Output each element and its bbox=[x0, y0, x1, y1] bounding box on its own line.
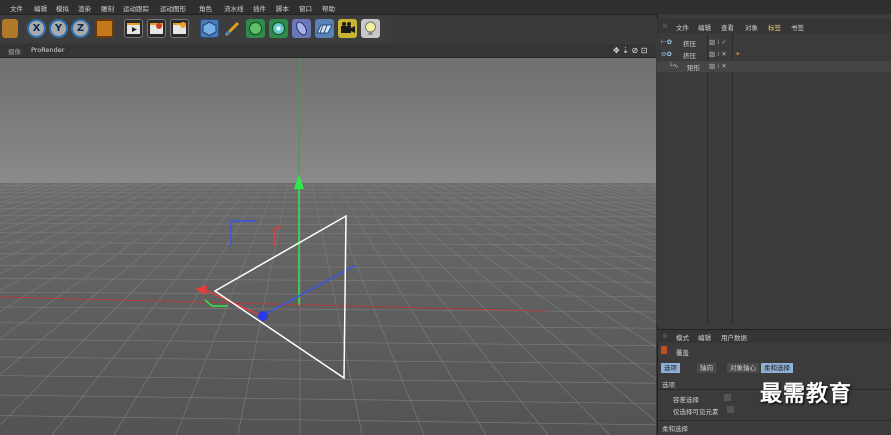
3d-viewport[interactable] bbox=[0, 58, 656, 435]
y-axis-lock-button[interactable]: Y bbox=[49, 19, 68, 38]
menu-help[interactable]: 帮助 bbox=[322, 3, 335, 13]
generator-icon[interactable] bbox=[269, 19, 288, 38]
deformer-icon[interactable] bbox=[292, 19, 311, 38]
menu-render[interactable]: 渲染 bbox=[78, 3, 91, 13]
menu-plugins[interactable]: 插件 bbox=[253, 3, 266, 13]
main-toolbar: X Y Z bbox=[0, 15, 393, 42]
menu-simulate[interactable]: 模拟 bbox=[56, 3, 69, 13]
mode-icon bbox=[661, 346, 667, 354]
menu-motion-tracking[interactable]: 运动跟踪 bbox=[123, 3, 149, 13]
attributes-menu-userdata[interactable]: 用户数据 bbox=[721, 332, 747, 342]
render-view-icon[interactable] bbox=[124, 19, 143, 38]
viewport-nav-icons[interactable]: ✥ ⇣ ⊘ ⊡ bbox=[613, 46, 647, 55]
tree-column-divider bbox=[732, 34, 733, 324]
object-name[interactable]: 挤压 bbox=[683, 38, 696, 48]
menu-sculpt[interactable]: 雕刻 bbox=[101, 3, 114, 13]
tolerance-checkbox[interactable] bbox=[724, 394, 731, 401]
menu-mograph[interactable]: 运动图形 bbox=[160, 3, 186, 13]
watermark: 最需教育 bbox=[760, 382, 853, 407]
menu-script[interactable]: 脚本 bbox=[276, 3, 289, 13]
tree-row[interactable]: └∿ 矩形 ▨ ⁞ ✕ bbox=[657, 61, 891, 72]
objects-menu-objects[interactable]: 对象 bbox=[745, 22, 758, 32]
tool-selector-icon[interactable] bbox=[2, 19, 18, 38]
objects-menu-edit[interactable]: 编辑 bbox=[698, 22, 711, 32]
cube-icon[interactable] bbox=[200, 19, 219, 38]
pen-icon[interactable] bbox=[223, 19, 242, 38]
menu-file[interactable]: 文件 bbox=[10, 3, 23, 13]
objects-menu-bookmarks[interactable]: 书签 bbox=[791, 22, 804, 32]
object-name[interactable]: 挤压 bbox=[683, 50, 696, 60]
layer-icon[interactable]: ▨ ⁞ ✓ bbox=[709, 38, 727, 46]
layer-icon[interactable]: ▨ ⁞ ✕ bbox=[709, 62, 727, 70]
renderer-label[interactable]: ProRender bbox=[31, 46, 64, 54]
menu-edit[interactable]: 编辑 bbox=[34, 3, 47, 13]
render-settings-icon[interactable] bbox=[147, 19, 166, 38]
extrude-object-icon: ⊢✿ bbox=[661, 38, 673, 46]
gizmo-z-handle[interactable] bbox=[258, 311, 268, 321]
objects-menu-tags[interactable]: 标签 bbox=[768, 22, 781, 32]
visible-only-checkbox[interactable] bbox=[727, 406, 734, 413]
extrude-object-icon: ⊖✿ bbox=[661, 50, 672, 58]
field-label: 仅选择可见元素 bbox=[673, 408, 719, 416]
z-axis-lock-button[interactable]: Z bbox=[71, 19, 90, 38]
tree-row[interactable]: ⊖✿ 挤压 ▨ ⁞ ✕ ✦ bbox=[657, 49, 891, 60]
viewport-menu-camera[interactable]: 摄像 bbox=[8, 46, 21, 56]
divider bbox=[657, 420, 891, 421]
tag-icon[interactable]: ✦ bbox=[735, 50, 740, 58]
tree-row[interactable]: ⊢✿ 挤压 ▨ ⁞ ✓ bbox=[657, 37, 891, 48]
tab-axis[interactable]: 轴向 bbox=[697, 363, 716, 373]
panel-grip-icon: ⁞⁞ bbox=[663, 332, 668, 340]
picture-viewer-icon[interactable] bbox=[170, 19, 189, 38]
tab-options[interactable]: 选项 bbox=[661, 363, 680, 373]
light-icon[interactable] bbox=[361, 19, 380, 38]
tree-column-divider bbox=[707, 34, 708, 324]
attributes-menu-mode[interactable]: 模式 bbox=[676, 332, 689, 342]
objects-menu-view[interactable]: 查看 bbox=[721, 22, 734, 32]
tab-object-axis[interactable]: 对象轴心 bbox=[727, 363, 759, 373]
camera-icon[interactable] bbox=[338, 19, 357, 38]
object-tree: ⊢✿ 挤压 ▨ ⁞ ✓ ⊖✿ 挤压 ▨ ⁞ ✕ ✦ └∿ 矩形 ▨ ⁞ ✕ bbox=[657, 34, 891, 324]
section-header: 柔和选择 bbox=[662, 425, 688, 433]
menu-bar: 文件 编辑 模拟 渲染 雕刻 运动跟踪 运动图形 角色 流水线 插件 脚本 窗口… bbox=[0, 0, 891, 15]
rectangle-spline-icon: └∿ bbox=[669, 62, 679, 70]
attributes-menu-edit[interactable]: 编辑 bbox=[698, 332, 711, 342]
attributes-panel-menu: ⁞⁞ 模式 编辑 用户数据 bbox=[657, 329, 891, 343]
layer-icon[interactable]: ▨ ⁞ ✕ bbox=[709, 50, 727, 58]
viewport-header: 摄像 ProRender ✥ ⇣ ⊘ ⊡ bbox=[0, 44, 656, 58]
attributes-title: 覆盖 bbox=[676, 349, 689, 357]
menu-window[interactable]: 窗口 bbox=[299, 3, 312, 13]
subdivision-icon[interactable] bbox=[246, 19, 265, 38]
viewport-scene bbox=[0, 58, 656, 435]
field-label: 容差选择 bbox=[673, 396, 699, 404]
section-header: 选项 bbox=[662, 381, 675, 389]
tab-soft-selection[interactable]: 柔和选择 bbox=[761, 363, 793, 373]
floor-icon[interactable] bbox=[315, 19, 334, 38]
menu-pipeline[interactable]: 流水线 bbox=[224, 3, 244, 13]
objects-menu-file[interactable]: 文件 bbox=[676, 22, 689, 32]
object-name[interactable]: 矩形 bbox=[687, 62, 700, 72]
panel-grip-icon: ⁞⁞ bbox=[663, 22, 668, 30]
menu-character[interactable]: 角色 bbox=[199, 3, 212, 13]
objects-panel-menu: ⁞⁞ 文件 编辑 查看 对象 标签 书签 bbox=[657, 19, 891, 33]
x-axis-lock-button[interactable]: X bbox=[27, 19, 46, 38]
coordinate-system-icon[interactable] bbox=[95, 19, 114, 38]
